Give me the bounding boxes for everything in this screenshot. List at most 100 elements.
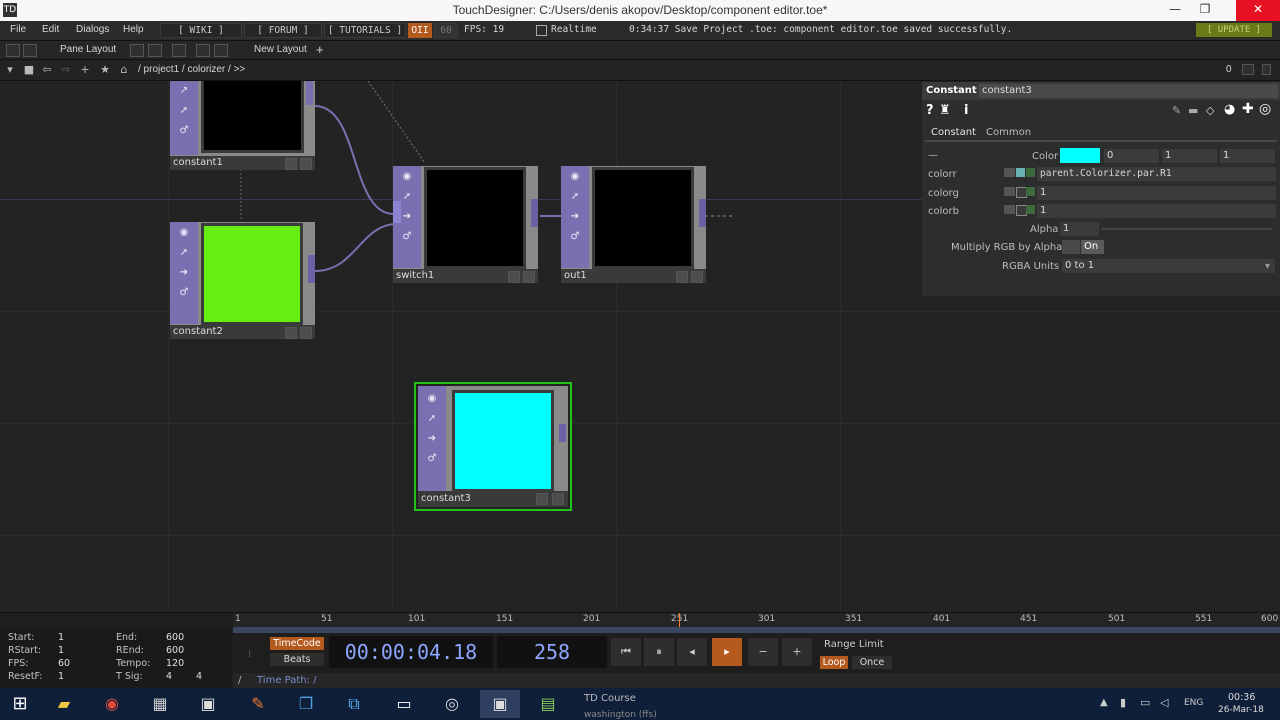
node-name[interactable]: out1 bbox=[564, 270, 587, 281]
export-icon[interactable]: ➜ bbox=[401, 211, 413, 223]
step-back-button[interactable]: ◂ bbox=[677, 638, 707, 666]
colorr-expression-field[interactable]: parent.Colorizer.par.R1 bbox=[1037, 167, 1276, 181]
target-icon[interactable]: ◎ bbox=[1259, 101, 1271, 117]
viewer-toggle[interactable] bbox=[676, 271, 688, 283]
frame-display[interactable]: 258 bbox=[497, 636, 607, 668]
bypass-icon[interactable]: ♂ bbox=[401, 231, 413, 243]
layout-three-icon[interactable] bbox=[196, 44, 210, 57]
rgba-units-dropdown[interactable]: 0 to 1 bbox=[1062, 259, 1275, 273]
calculator-icon[interactable]: ▦ bbox=[140, 690, 180, 718]
fps-value[interactable]: 60 bbox=[58, 658, 70, 669]
viewer-active-icon[interactable]: ◉ bbox=[178, 227, 190, 239]
rewind-button[interactable]: ⏮ bbox=[611, 638, 641, 666]
node-out1[interactable]: ◉ ➚ ➜ ♂ out1 bbox=[561, 166, 706, 283]
colorb-value-field[interactable]: 1 bbox=[1037, 204, 1276, 218]
node-constant1[interactable]: ↗ ➚ ♂ constant1 bbox=[170, 81, 315, 170]
maximize-pane-icon[interactable] bbox=[1242, 64, 1254, 75]
pane-split-icon[interactable] bbox=[6, 44, 20, 57]
forward-icon[interactable]: ⇨ bbox=[59, 63, 73, 77]
color-g-field[interactable]: 1 bbox=[1162, 149, 1217, 163]
op-name-field[interactable]: constant3 bbox=[979, 84, 1278, 98]
fps-cap-field[interactable]: 60 bbox=[434, 23, 458, 38]
layout-split-v-icon[interactable] bbox=[148, 44, 162, 57]
minimize-button[interactable]: — bbox=[1160, 0, 1190, 21]
layout-single-icon[interactable] bbox=[130, 44, 144, 57]
output-connector[interactable] bbox=[306, 81, 313, 105]
update-button[interactable]: [ UPDATE ] bbox=[1196, 23, 1272, 37]
tab-constant[interactable]: Constant bbox=[931, 127, 976, 138]
tutorials-button[interactable]: [ TUTORIALS ] bbox=[324, 23, 406, 38]
pause-button[interactable]: ⏸ bbox=[644, 638, 674, 666]
viewer-active-icon[interactable]: ◉ bbox=[426, 393, 438, 405]
notepad-icon[interactable]: ▤ bbox=[528, 690, 568, 718]
tempo-value[interactable]: 120 bbox=[166, 658, 184, 669]
input-connector[interactable] bbox=[393, 201, 401, 223]
colorg-export-button[interactable] bbox=[1026, 187, 1035, 196]
colorg-value-field[interactable]: 1 bbox=[1037, 186, 1276, 200]
edit-icon[interactable]: ✎ bbox=[1172, 104, 1181, 117]
network-icon[interactable]: ▮ bbox=[1120, 696, 1126, 709]
oii-button[interactable]: OII bbox=[408, 23, 432, 38]
info-icon[interactable]: i bbox=[964, 103, 968, 118]
node-flag-toggle[interactable] bbox=[552, 493, 564, 505]
menu-file[interactable]: File bbox=[10, 24, 26, 35]
windows-start-icon[interactable]: ⊞ bbox=[0, 690, 40, 718]
python-help-icon[interactable]: ♜ bbox=[939, 103, 951, 118]
color-r-field[interactable]: 0 bbox=[1104, 149, 1159, 163]
close-button[interactable]: ✕ bbox=[1236, 0, 1280, 21]
node-flag-toggle[interactable] bbox=[300, 158, 312, 170]
export-icon[interactable]: ➜ bbox=[569, 211, 581, 223]
tsig-denominator[interactable]: 4 bbox=[196, 671, 202, 682]
layout-four-icon[interactable] bbox=[214, 44, 228, 57]
timeline-ruler[interactable]: 1 51 101 151 201 251 301 351 401 451 501… bbox=[233, 613, 1280, 627]
clone-icon[interactable]: ➚ bbox=[426, 413, 438, 425]
step-minus-button[interactable]: − bbox=[748, 638, 778, 666]
volume-icon[interactable]: ◁ bbox=[1160, 696, 1168, 709]
sublime-icon[interactable]: ✎ bbox=[238, 690, 278, 718]
time-path[interactable]: Time Path: / bbox=[257, 673, 317, 688]
bypass-icon[interactable]: ♂ bbox=[569, 231, 581, 243]
chevron-down-icon[interactable]: ▾ bbox=[1265, 261, 1270, 272]
pane-menu-icon[interactable]: ▾ bbox=[3, 63, 17, 77]
output-connector[interactable] bbox=[699, 199, 706, 227]
colorr-export-button[interactable] bbox=[1026, 168, 1035, 177]
chrome-icon[interactable]: ◉ bbox=[92, 690, 132, 718]
once-button[interactable]: Once bbox=[852, 656, 892, 669]
end-value[interactable]: 600 bbox=[166, 632, 184, 643]
taskbar-window-title[interactable]: TD Course bbox=[584, 693, 636, 704]
timeline-expand-icon[interactable]: ⁞ bbox=[248, 649, 251, 660]
alpha-slider[interactable] bbox=[1102, 228, 1272, 230]
bypass-icon[interactable]: ♂ bbox=[426, 453, 438, 465]
vnc-icon[interactable]: ▭ bbox=[384, 690, 424, 718]
tsig-numerator[interactable]: 4 bbox=[166, 671, 172, 682]
realtime-checkbox[interactable] bbox=[536, 25, 547, 36]
pane-link-icon[interactable] bbox=[23, 44, 37, 57]
bypass-icon[interactable]: ♂ bbox=[178, 125, 190, 137]
resetf-value[interactable]: 1 bbox=[58, 671, 64, 682]
pane-scroll-icon[interactable] bbox=[1262, 64, 1271, 75]
node-constant2[interactable]: ◉ ➚ ➜ ♂ constant2 bbox=[170, 222, 315, 339]
colorb-mode-button[interactable] bbox=[1004, 205, 1015, 214]
clone-icon[interactable]: ➚ bbox=[178, 247, 190, 259]
colorg-mode-button[interactable] bbox=[1004, 187, 1015, 196]
viewer-active-icon[interactable]: ◉ bbox=[401, 171, 413, 183]
viewer-toggle[interactable] bbox=[508, 271, 520, 283]
export-icon[interactable]: ↗ bbox=[178, 85, 190, 97]
comment-icon[interactable]: ▬ bbox=[1188, 104, 1198, 117]
file-explorer-icon[interactable]: ▰ bbox=[44, 690, 84, 718]
add-layout-button[interactable]: + bbox=[316, 42, 324, 57]
playhead[interactable] bbox=[679, 613, 680, 627]
obs-icon[interactable]: ◎ bbox=[432, 690, 472, 718]
node-constant3[interactable]: ◉ ➚ ➜ ♂ constant3 bbox=[414, 382, 572, 511]
node-flag-toggle[interactable] bbox=[691, 271, 703, 283]
add-icon[interactable]: + bbox=[78, 63, 92, 77]
viewer-toggle[interactable] bbox=[285, 158, 297, 170]
clock-date[interactable]: 26-Mar-18 bbox=[1218, 705, 1264, 715]
premult-toggle[interactable]: On bbox=[1081, 240, 1104, 254]
menu-edit[interactable]: Edit bbox=[42, 24, 59, 35]
add-param-icon[interactable]: ✚ bbox=[1242, 101, 1254, 117]
tab-common[interactable]: Common bbox=[986, 127, 1031, 138]
menu-help[interactable]: Help bbox=[123, 24, 144, 35]
timecode-button[interactable]: TimeCode bbox=[270, 637, 324, 650]
clone-icon[interactable]: ➚ bbox=[178, 105, 190, 117]
